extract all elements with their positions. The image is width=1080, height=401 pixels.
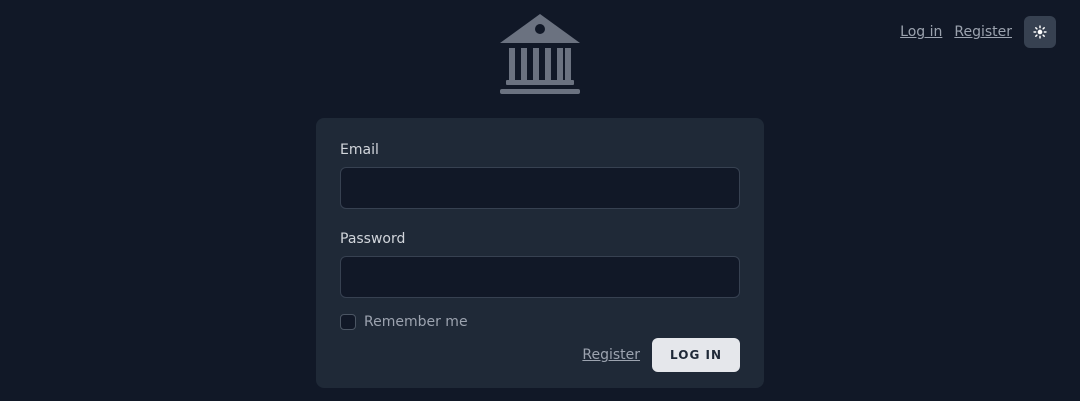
register-link[interactable]: Register: [582, 347, 640, 363]
email-field-group: Email: [340, 142, 740, 209]
nav-register-link[interactable]: Register: [954, 24, 1012, 40]
top-navigation: Log in Register: [900, 16, 1056, 48]
remember-me-row[interactable]: Remember me: [340, 313, 740, 330]
remember-me-checkbox[interactable]: [340, 313, 356, 330]
bank-icon: [500, 14, 580, 94]
remember-me-label[interactable]: Remember me: [364, 314, 468, 330]
nav-login-link[interactable]: Log in: [900, 24, 942, 40]
login-button[interactable]: LOG IN: [652, 338, 740, 372]
form-actions: Register LOG IN: [582, 338, 740, 372]
theme-toggle-button[interactable]: [1024, 16, 1056, 48]
email-label: Email: [340, 142, 379, 158]
password-label: Password: [340, 230, 406, 247]
password-field-group: Password: [340, 231, 740, 298]
password-input[interactable]: [340, 255, 740, 298]
sun-icon: [1033, 25, 1047, 39]
login-page: Log in Register Email Password Remember …: [0, 0, 1080, 401]
email-input[interactable]: [340, 166, 740, 209]
login-card: Email Password Remember me Register LOG …: [316, 118, 764, 388]
